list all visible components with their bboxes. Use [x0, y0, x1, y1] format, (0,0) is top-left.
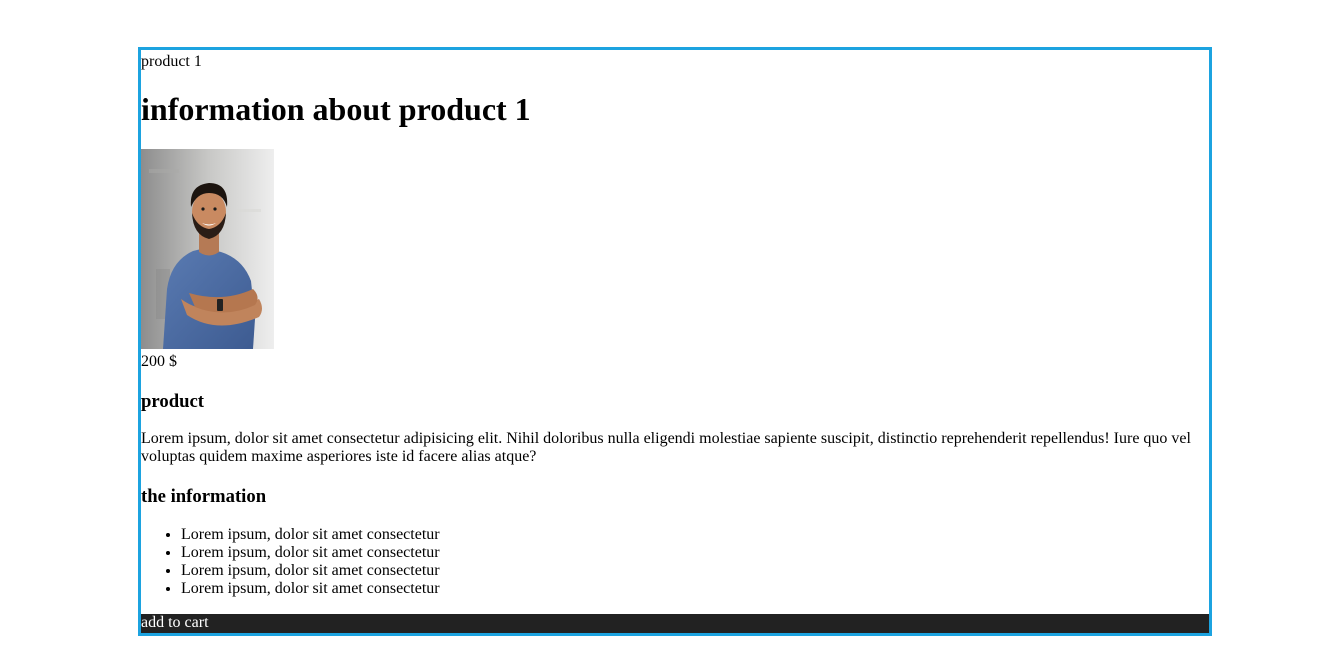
product-card: product 1 information about product 1 20… [138, 47, 1212, 636]
product-heading: product [141, 391, 204, 412]
information-list: Lorem ipsum, dolor sit amet consectetur … [141, 526, 440, 598]
list-item: Lorem ipsum, dolor sit amet consectetur [181, 580, 440, 598]
add-to-cart-button[interactable]: add to cart [141, 614, 1209, 633]
product-name-label: product 1 [141, 53, 202, 70]
page-title: information about product 1 [141, 91, 531, 127]
list-item: Lorem ipsum, dolor sit amet consectetur [181, 544, 440, 562]
price: 200 $ [141, 353, 177, 370]
list-item: Lorem ipsum, dolor sit amet consectetur [181, 562, 440, 580]
product-photo [141, 149, 274, 349]
list-item: Lorem ipsum, dolor sit amet consectetur [181, 526, 440, 544]
product-description: Lorem ipsum, dolor sit amet consectetur … [141, 430, 1191, 465]
information-heading: the information [141, 486, 267, 507]
